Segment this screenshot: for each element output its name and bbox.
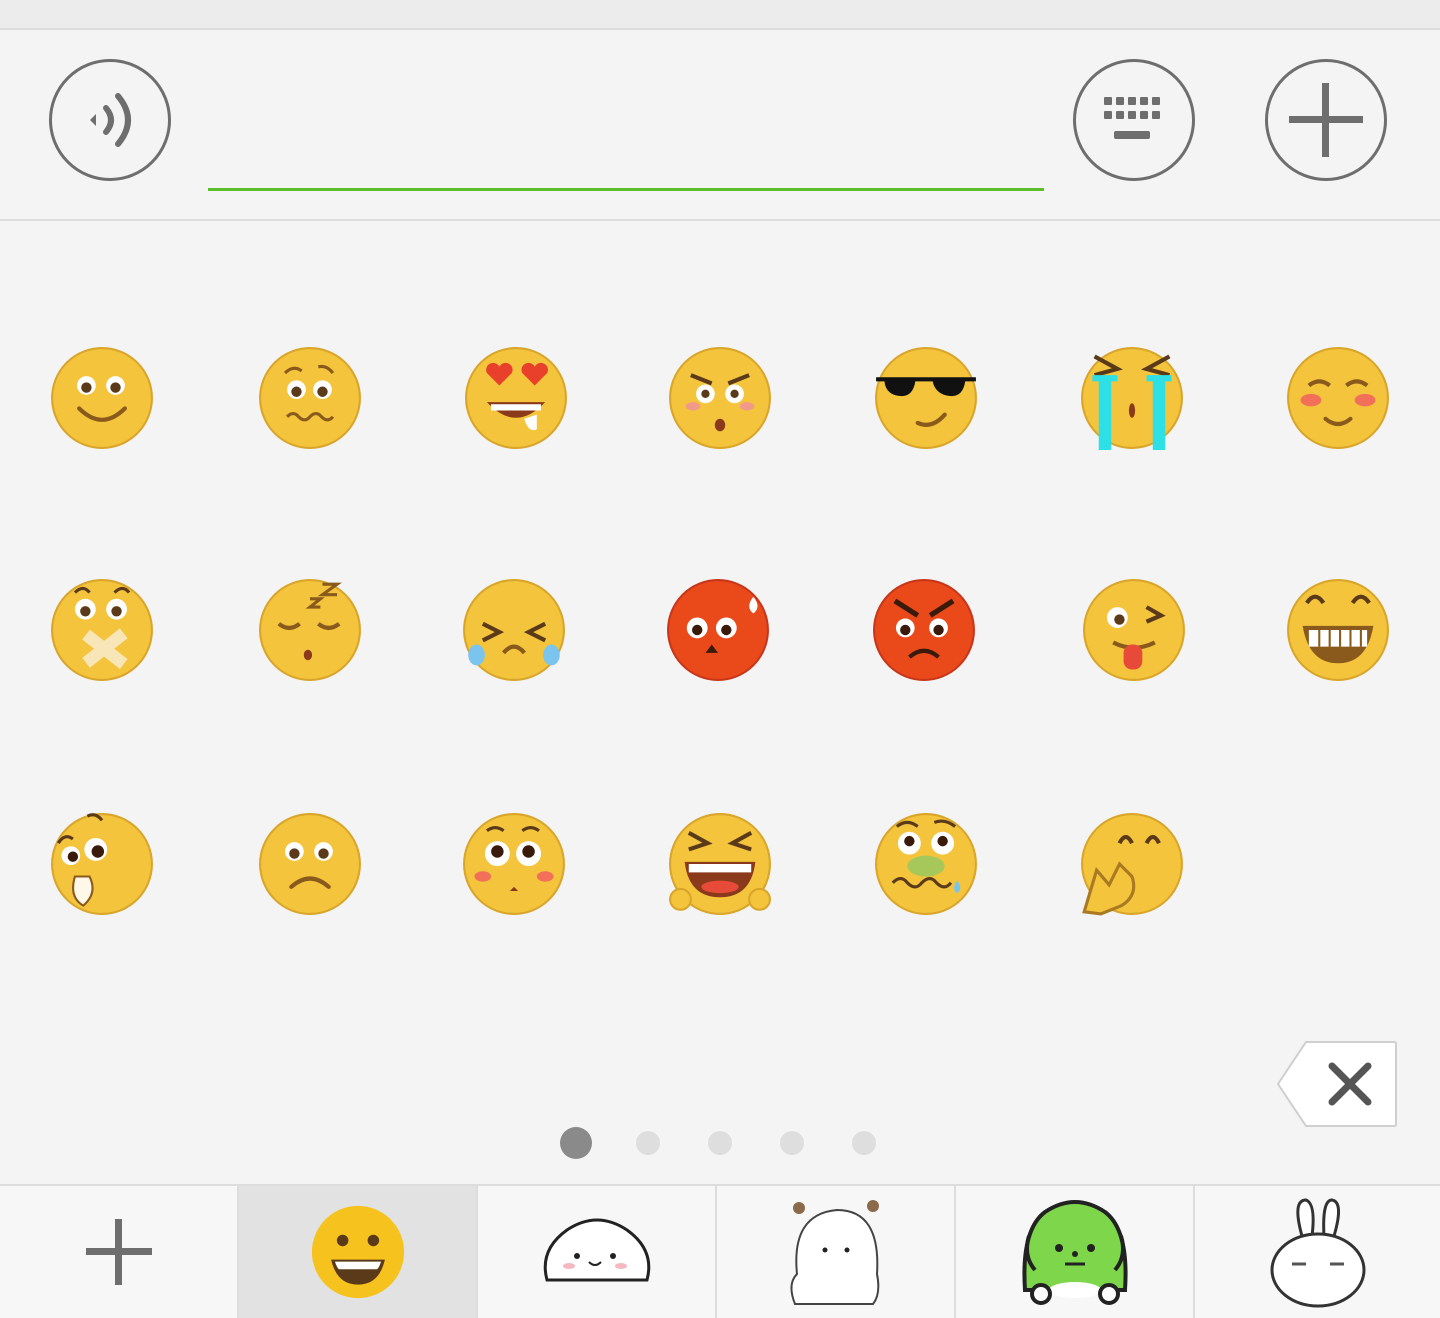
emoji-grid xyxy=(0,222,1440,1127)
voice-wave-icon xyxy=(90,93,131,147)
page-dot-5[interactable] xyxy=(852,1131,876,1155)
delete-button[interactable] xyxy=(1276,1040,1398,1128)
blushing-eyes-emoji-icon[interactable] xyxy=(462,812,566,916)
chuckle-emoji-icon[interactable] xyxy=(1080,812,1184,916)
angry-red-emoji-icon[interactable] xyxy=(872,578,976,682)
plus-icon xyxy=(1289,83,1363,157)
zip-mouth-emoji-icon[interactable] xyxy=(50,578,154,682)
embarrassed-red-emoji-icon[interactable] xyxy=(666,578,770,682)
shocked-emoji-icon[interactable] xyxy=(668,346,772,450)
plus-icon xyxy=(85,1219,152,1285)
page-dot-2[interactable] xyxy=(636,1131,660,1155)
sad-emoji-icon[interactable] xyxy=(258,812,362,916)
tab-sticker-rabbit[interactable] xyxy=(1195,1186,1440,1318)
heart-eyes-emoji-icon[interactable] xyxy=(464,346,568,450)
voice-input-button[interactable] xyxy=(49,59,171,181)
white-rabbit-sticker-icon xyxy=(1270,1198,1365,1308)
screaming-emoji-icon[interactable] xyxy=(668,812,772,916)
keyboard-toggle-button[interactable] xyxy=(1073,59,1195,181)
tab-sticker-bear[interactable] xyxy=(717,1186,956,1318)
page-dot-1[interactable] xyxy=(560,1127,592,1159)
tab-sticker-bun[interactable] xyxy=(478,1186,717,1318)
page-dot-3[interactable] xyxy=(708,1131,732,1155)
tab-emoji[interactable] xyxy=(239,1186,478,1318)
white-bun-sticker-icon xyxy=(543,1218,650,1282)
green-dog-sticker-icon xyxy=(1021,1200,1128,1305)
awkward-emoji-icon[interactable] xyxy=(258,346,362,450)
surprised-emoji-icon[interactable] xyxy=(50,812,154,916)
tab-add-stickers[interactable] xyxy=(0,1186,239,1318)
sobbing-emoji-icon[interactable] xyxy=(1080,346,1184,450)
smile-emoji-icon[interactable] xyxy=(50,346,154,450)
tab-sticker-dog[interactable] xyxy=(956,1186,1195,1318)
page-indicator xyxy=(0,1126,1440,1160)
more-functions-button[interactable] xyxy=(1265,59,1387,181)
status-strip xyxy=(0,0,1440,30)
sticker-tab-bar xyxy=(0,1184,1440,1318)
cool-sunglasses-emoji-icon[interactable] xyxy=(874,346,978,450)
backspace-icon xyxy=(1276,1041,1397,1127)
message-input[interactable] xyxy=(208,100,1044,191)
grin-emoji-icon[interactable] xyxy=(1286,578,1390,682)
nauseous-emoji-icon[interactable] xyxy=(874,812,978,916)
white-bear-sticker-icon xyxy=(790,1200,879,1305)
tearful-emoji-icon[interactable] xyxy=(462,578,566,682)
tongue-wink-emoji-icon[interactable] xyxy=(1082,578,1186,682)
smiley-face-icon xyxy=(311,1205,404,1299)
shy-emoji-icon[interactable] xyxy=(1286,346,1390,450)
sleepy-emoji-icon[interactable] xyxy=(258,578,362,682)
page-dot-4[interactable] xyxy=(780,1131,804,1155)
keyboard-icon xyxy=(1104,97,1160,139)
